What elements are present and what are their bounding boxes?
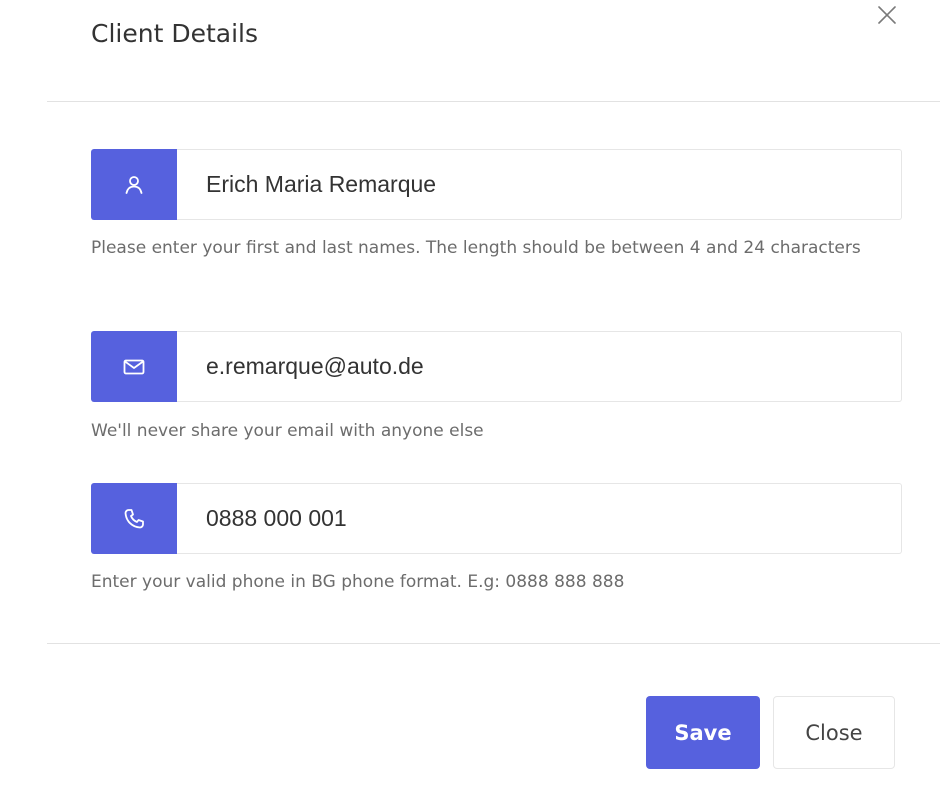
header-divider [47, 101, 940, 102]
phone-help-text: Enter your valid phone in BG phone forma… [91, 572, 625, 592]
email-help-text: We'll never share your email with anyone… [91, 421, 484, 441]
email-field[interactable] [177, 331, 902, 402]
modal-title: Client Details [91, 19, 258, 48]
phone-icon [91, 483, 177, 554]
close-button[interactable]: Close [773, 696, 895, 769]
client-details-modal: Client Details Please enter your first a… [0, 0, 940, 788]
email-input-group [91, 331, 902, 402]
name-input-group [91, 149, 902, 220]
save-button[interactable]: Save [646, 696, 760, 769]
name-help-text: Please enter your first and last names. … [91, 238, 861, 258]
mail-icon [91, 331, 177, 402]
user-icon [91, 149, 177, 220]
phone-field[interactable] [177, 483, 902, 554]
name-field[interactable] [177, 149, 902, 220]
footer-divider [47, 643, 940, 644]
phone-input-group [91, 483, 902, 554]
close-icon[interactable] [874, 4, 900, 30]
